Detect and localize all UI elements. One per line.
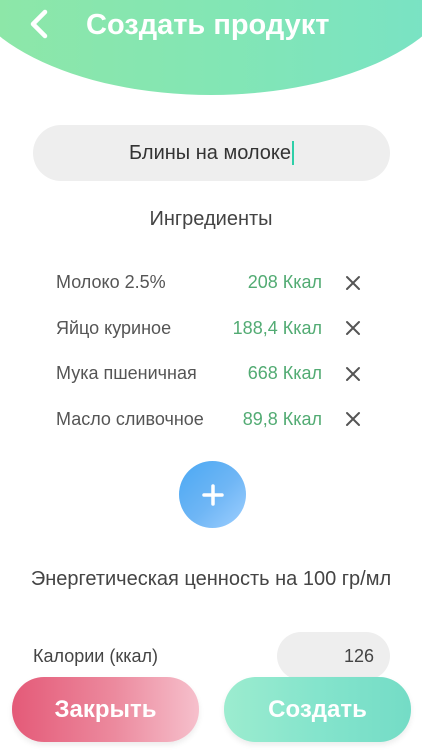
calories-label: Калории (ккал) [33,646,158,666]
ingredient-kcal: 188,4 Ккал [232,317,322,338]
calories-input[interactable]: 126 [277,632,390,680]
ingredient-name: Яйцо куриное [56,317,172,338]
ingredients-title: Ингредиенты [149,208,273,230]
close-icon [346,275,360,290]
create-button[interactable]: Создать [224,677,411,742]
ingredient-name: Молоко 2.5% [56,272,166,293]
ingredient-name: Мука пшеничная [56,363,197,384]
ingredient-kcal: 668 Ккал [247,363,322,384]
remove-ingredient-button[interactable] [340,315,366,341]
add-ingredient-button[interactable] [179,461,246,528]
energy-value-title: Энергетическая ценность на 100 гр/мл [30,568,392,590]
create-product-screen: Создать продукт Блины на молоке Ингредие… [0,0,422,750]
product-name-input[interactable]: Блины на молоке [33,125,390,181]
product-name-value: Блины на молоке [129,141,291,164]
ingredient-row: Масло сливочное 89,8 Ккал [56,397,366,443]
ingredient-kcal: 208 Ккал [247,272,322,293]
back-button[interactable] [22,6,58,42]
ingredient-name: Масло сливочное [56,408,204,429]
close-icon [346,321,360,336]
ingredient-row: Яйцо куриное 188,4 Ккал [56,306,366,352]
ingredients-list: Молоко 2.5% 208 Ккал Яйцо куриное 188,4 … [56,260,366,442]
plus-icon [201,483,224,506]
close-icon [346,366,360,381]
remove-ingredient-button[interactable] [340,406,366,432]
ingredient-row: Мука пшеничная 668 Ккал [56,351,366,397]
text-caret [292,141,294,165]
page-title: Создать продукт [86,9,330,41]
close-button[interactable]: Закрыть [12,677,199,742]
chevron-left-icon [30,9,48,39]
remove-ingredient-button[interactable] [340,270,366,296]
calories-value: 126 [343,645,374,666]
remove-ingredient-button[interactable] [340,361,366,387]
ingredient-row: Молоко 2.5% 208 Ккал [56,260,366,306]
close-icon [346,412,360,427]
ingredient-kcal: 89,8 Ккал [242,408,322,429]
